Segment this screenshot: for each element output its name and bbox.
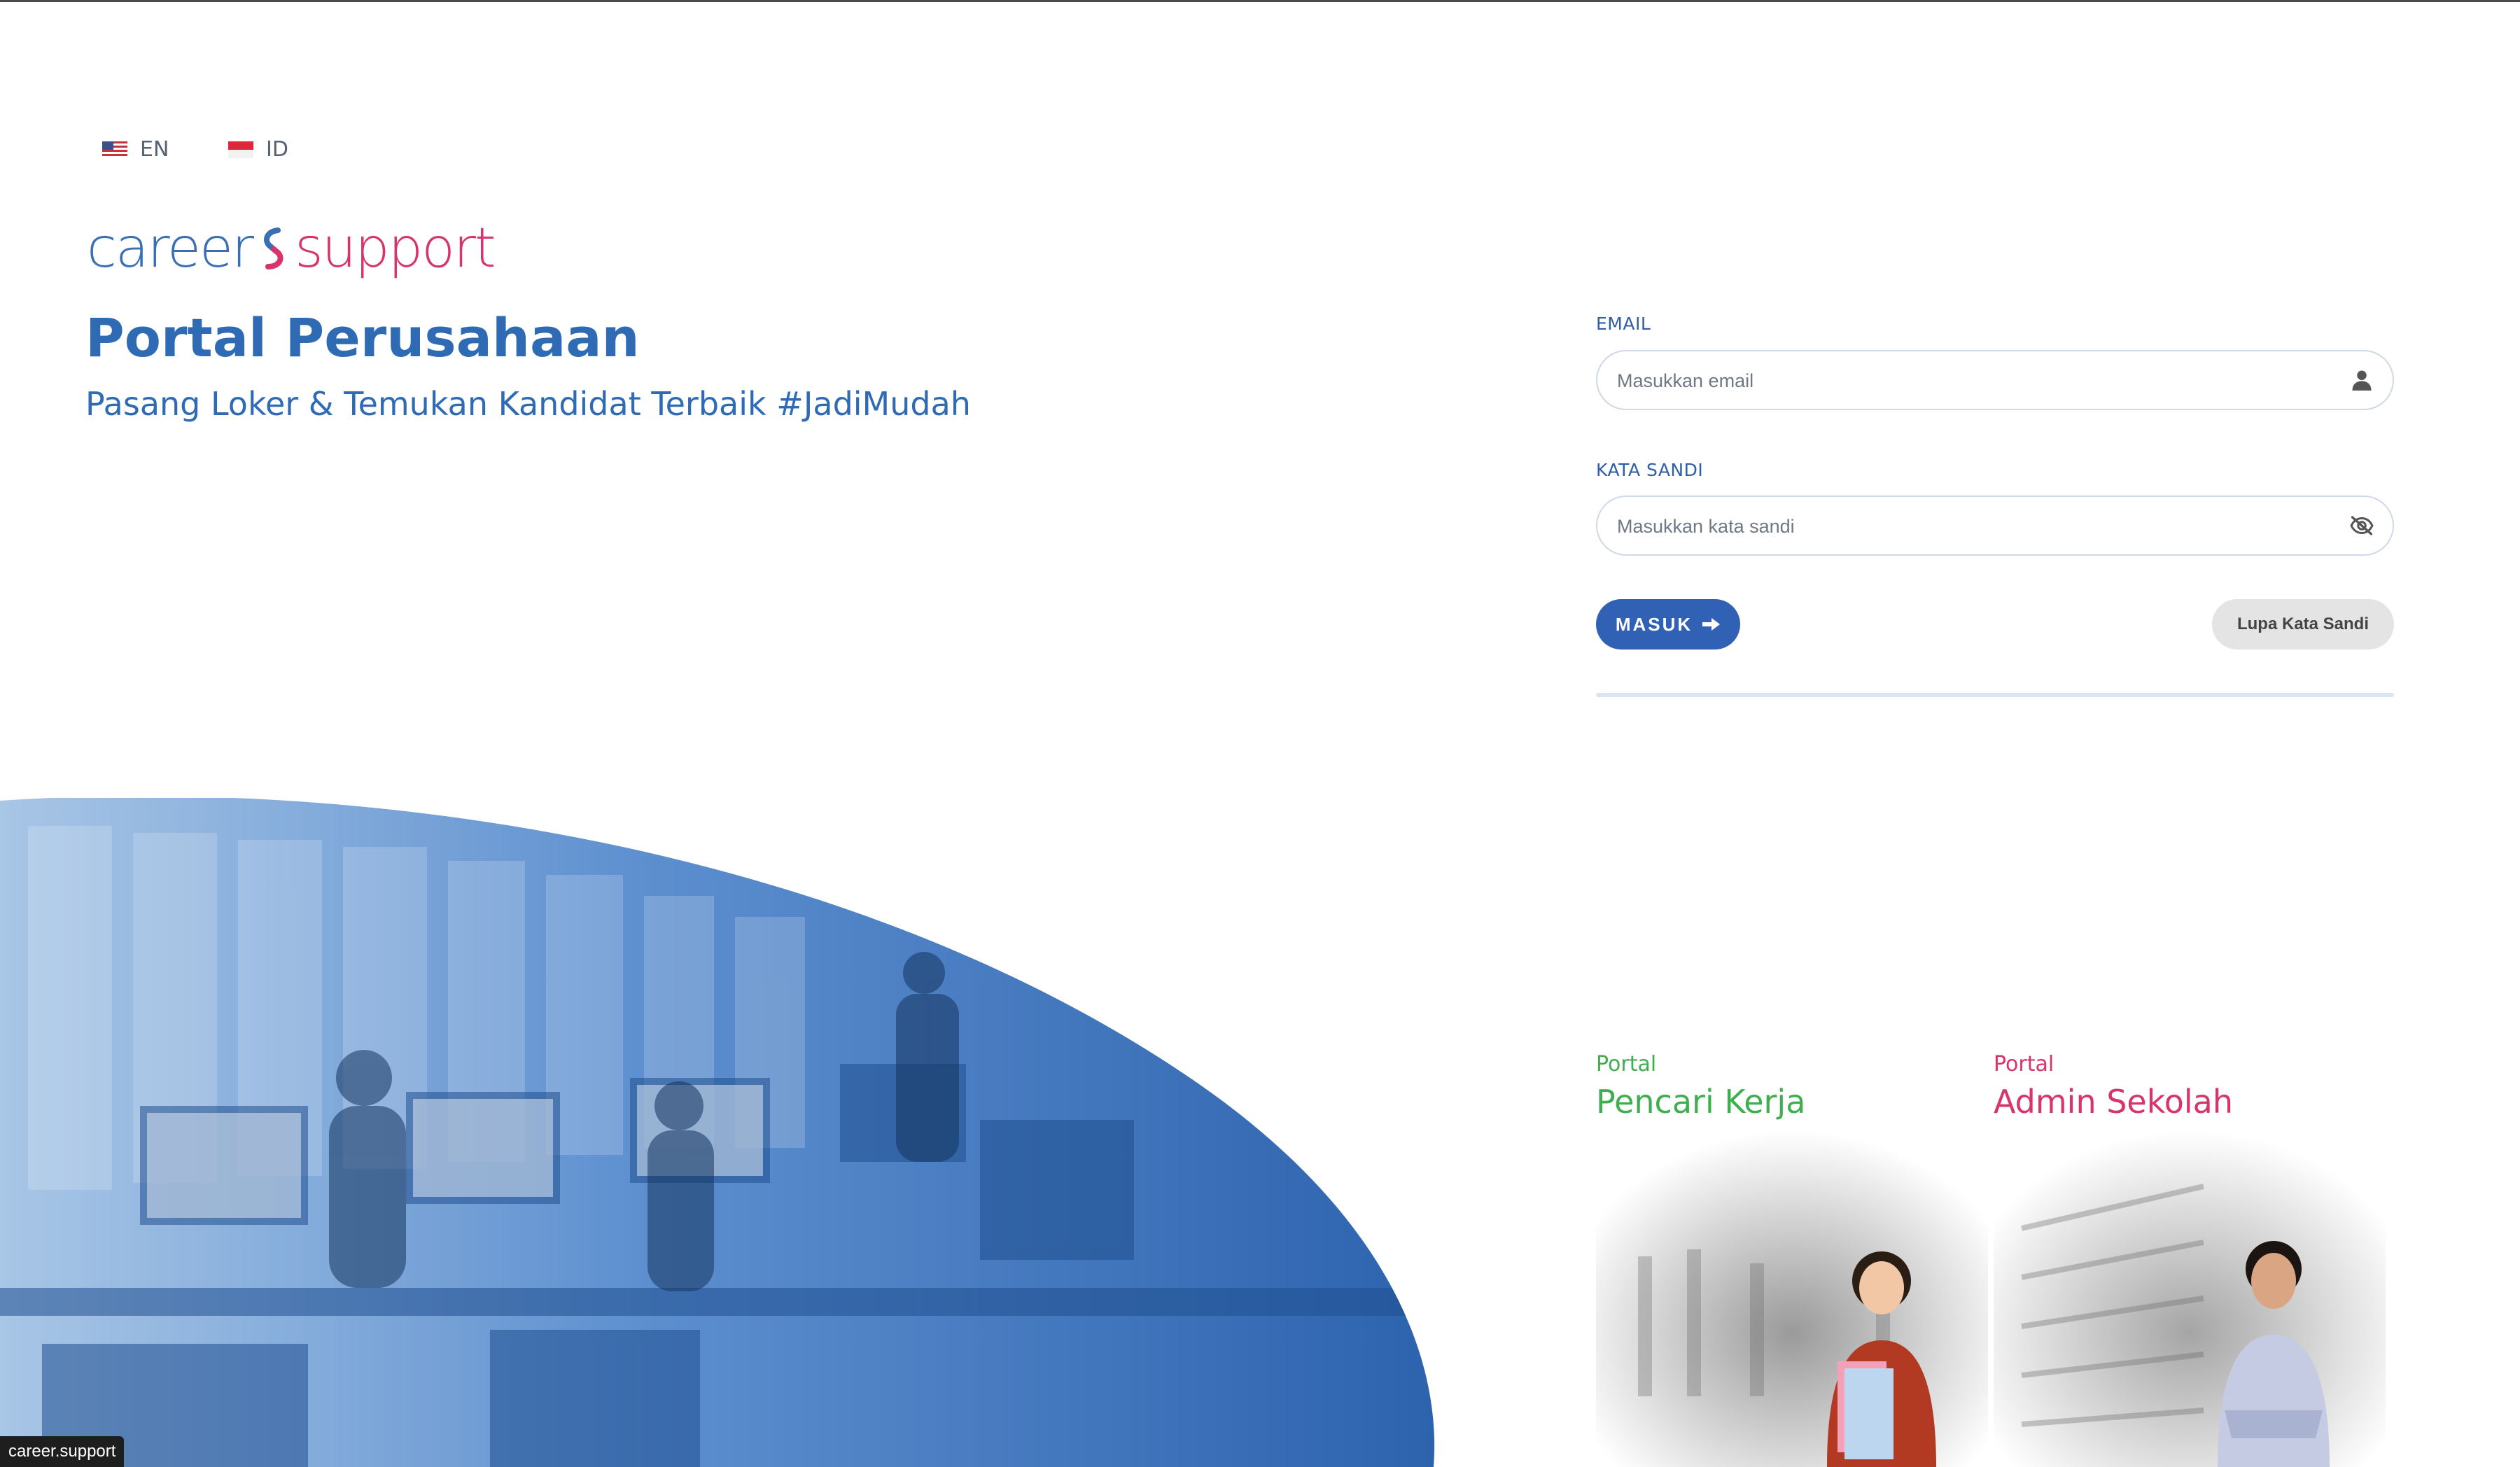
language-label-en: EN bbox=[140, 137, 169, 162]
form-divider bbox=[1596, 693, 2394, 697]
portal-job-seeker-small-label: Portal bbox=[1596, 1052, 1657, 1076]
email-label: EMAIL bbox=[1596, 314, 1651, 334]
email-field-wrapper bbox=[1596, 350, 2394, 410]
login-button-label: MASUK bbox=[1615, 613, 1693, 635]
portal-school-admin-small-label: Portal bbox=[1994, 1052, 2054, 1076]
office-hero-image bbox=[0, 798, 1435, 1467]
password-input[interactable] bbox=[1616, 497, 2332, 556]
indonesia-flag-icon bbox=[228, 141, 253, 158]
status-url-tag: career.support bbox=[0, 1436, 125, 1467]
logo-text-support: support bbox=[295, 217, 496, 280]
portal-card-school-admin[interactable]: Portal Admin Sekolah bbox=[1994, 1046, 2386, 1467]
page-title: Portal Perusahaan bbox=[85, 307, 640, 369]
career-support-logo: career support bbox=[87, 217, 496, 280]
portal-card-job-seeker[interactable]: Portal Pencari Kerja bbox=[1596, 1046, 1988, 1467]
login-button[interactable]: MASUK bbox=[1596, 599, 1740, 650]
logo-text-career: career bbox=[87, 217, 254, 280]
language-label-id: ID bbox=[266, 137, 288, 162]
forgot-password-button[interactable]: Lupa Kata Sandi bbox=[2212, 599, 2394, 650]
us-flag-icon bbox=[102, 141, 127, 158]
eye-off-icon[interactable] bbox=[2349, 513, 2374, 538]
language-option-id[interactable]: ID bbox=[228, 137, 288, 162]
window-top-border bbox=[0, 0, 2520, 2]
portal-job-seeker-title: Pencari Kerja bbox=[1596, 1083, 1806, 1121]
language-option-en[interactable]: EN bbox=[102, 137, 169, 162]
career-support-logo-mark bbox=[264, 227, 284, 269]
portal-school-admin-title: Admin Sekolah bbox=[1994, 1083, 2233, 1121]
password-label: KATA SANDI bbox=[1596, 460, 1704, 480]
arrow-right-icon bbox=[1702, 618, 1721, 631]
email-input[interactable] bbox=[1616, 351, 2332, 410]
page-subtitle: Pasang Loker & Temukan Kandidat Terbaik … bbox=[85, 385, 971, 423]
user-icon bbox=[2352, 370, 2372, 391]
password-field-wrapper bbox=[1596, 496, 2394, 556]
